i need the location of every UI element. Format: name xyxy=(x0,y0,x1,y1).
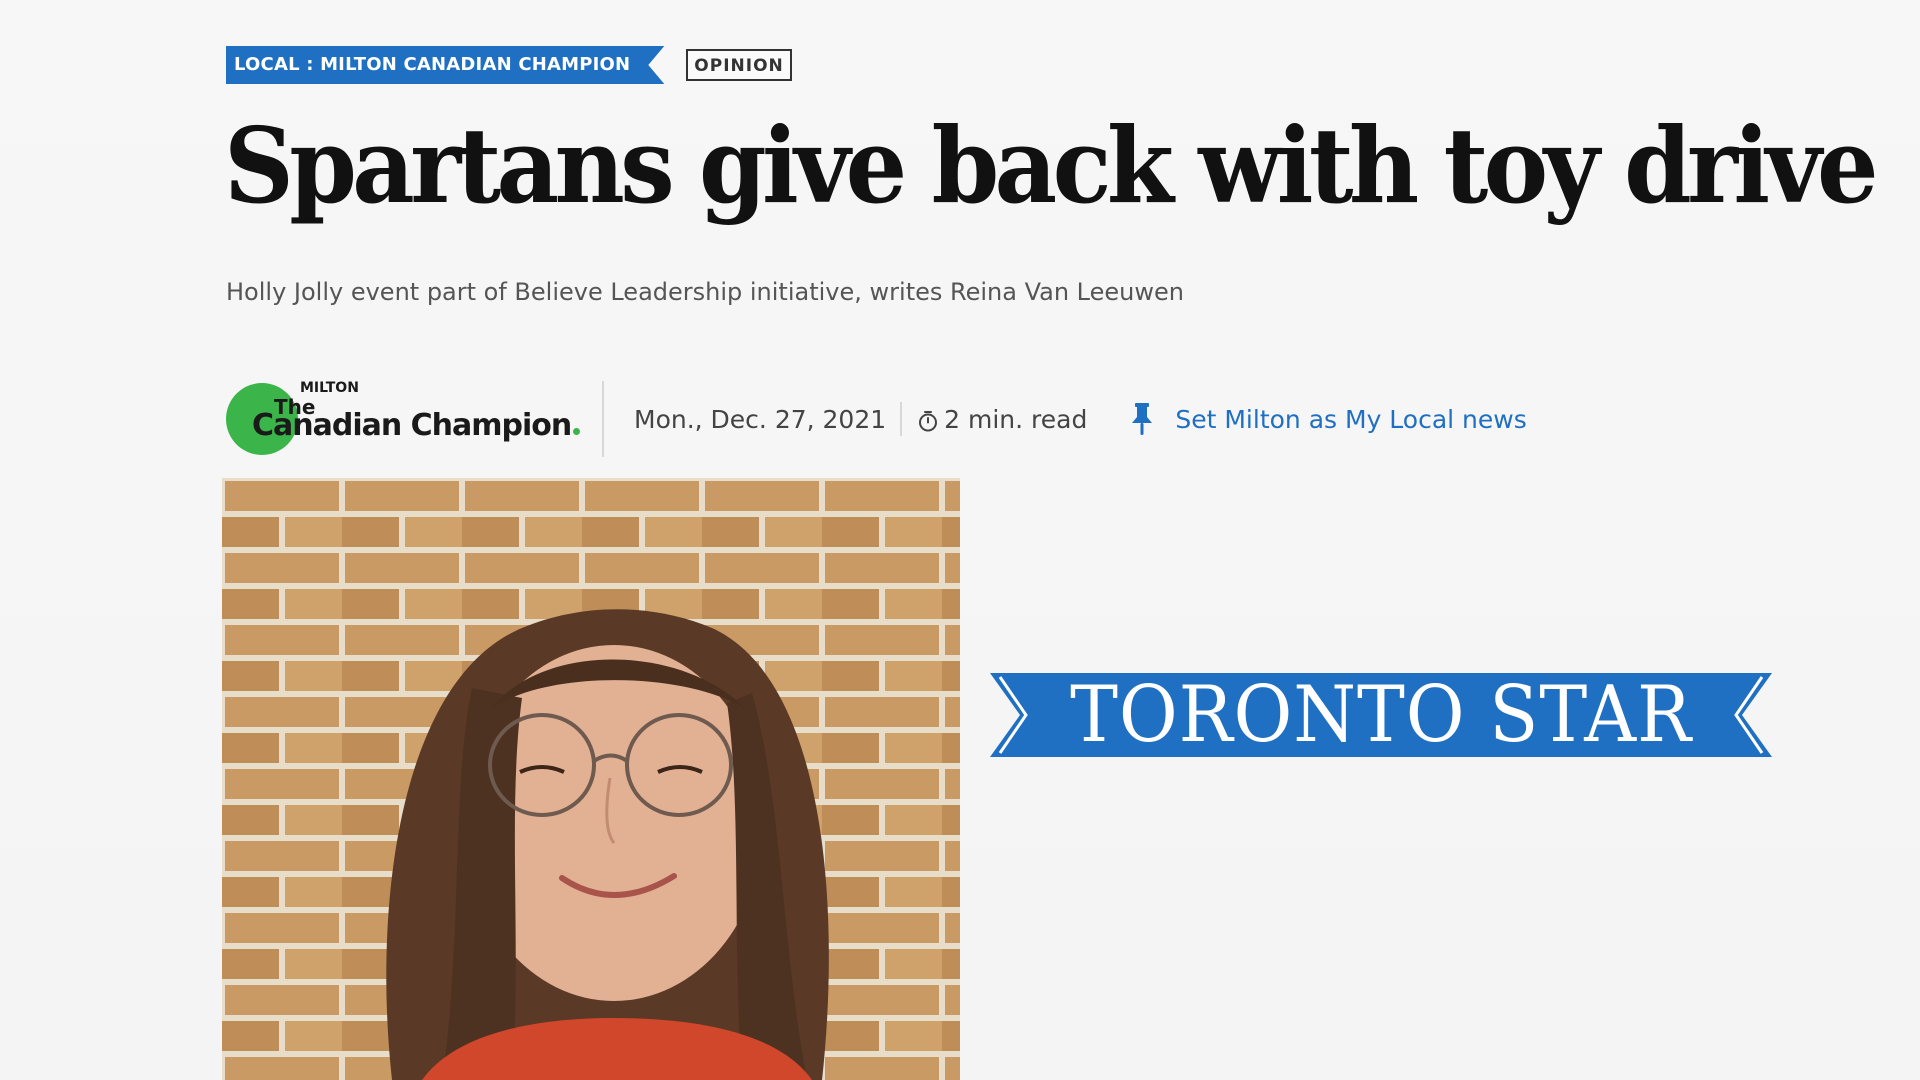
logo-milton-text: MILTON xyxy=(300,380,359,396)
article-page: LOCAL : MILTON CANADIAN CHAMPION OPINION… xyxy=(0,0,1920,1080)
section-tag-link[interactable]: LOCAL : MILTON CANADIAN CHAMPION xyxy=(226,46,664,84)
pin-icon xyxy=(1132,403,1153,435)
set-local-label: Set Milton as My Local news xyxy=(1175,404,1527,434)
logo-name-text: Canadian Champion xyxy=(252,408,572,443)
read-time: 2 min. read xyxy=(916,405,1087,434)
logo-name-wrap: Canadian Champion xyxy=(252,408,581,443)
headline: Spartans give back with toy drive xyxy=(224,104,1879,227)
toronto-star-logo: TORONTO STAR xyxy=(990,673,1772,757)
article-meta: MILTON The Canadian Champion Mon., Dec. … xyxy=(226,378,1527,460)
photo-illustration xyxy=(222,478,960,1080)
date-divider xyxy=(900,402,903,436)
tag-row: LOCAL : MILTON CANADIAN CHAMPION OPINION xyxy=(226,46,792,84)
subheadline: Holly Jolly event part of Believe Leader… xyxy=(226,278,1184,306)
publisher-logo[interactable]: MILTON The Canadian Champion xyxy=(226,378,586,460)
meta-divider xyxy=(602,381,604,457)
publish-date: Mon., Dec. 27, 2021 xyxy=(634,404,887,434)
set-local-news-link[interactable]: Set Milton as My Local news xyxy=(1129,401,1527,437)
timer-icon xyxy=(919,411,938,432)
toronto-star-wordmark: TORONTO STAR xyxy=(1070,670,1692,760)
opinion-badge: OPINION xyxy=(686,49,792,81)
logo-dot xyxy=(573,428,581,435)
portrait-photo xyxy=(222,478,960,1080)
read-time-label: 2 min. read xyxy=(944,404,1088,434)
